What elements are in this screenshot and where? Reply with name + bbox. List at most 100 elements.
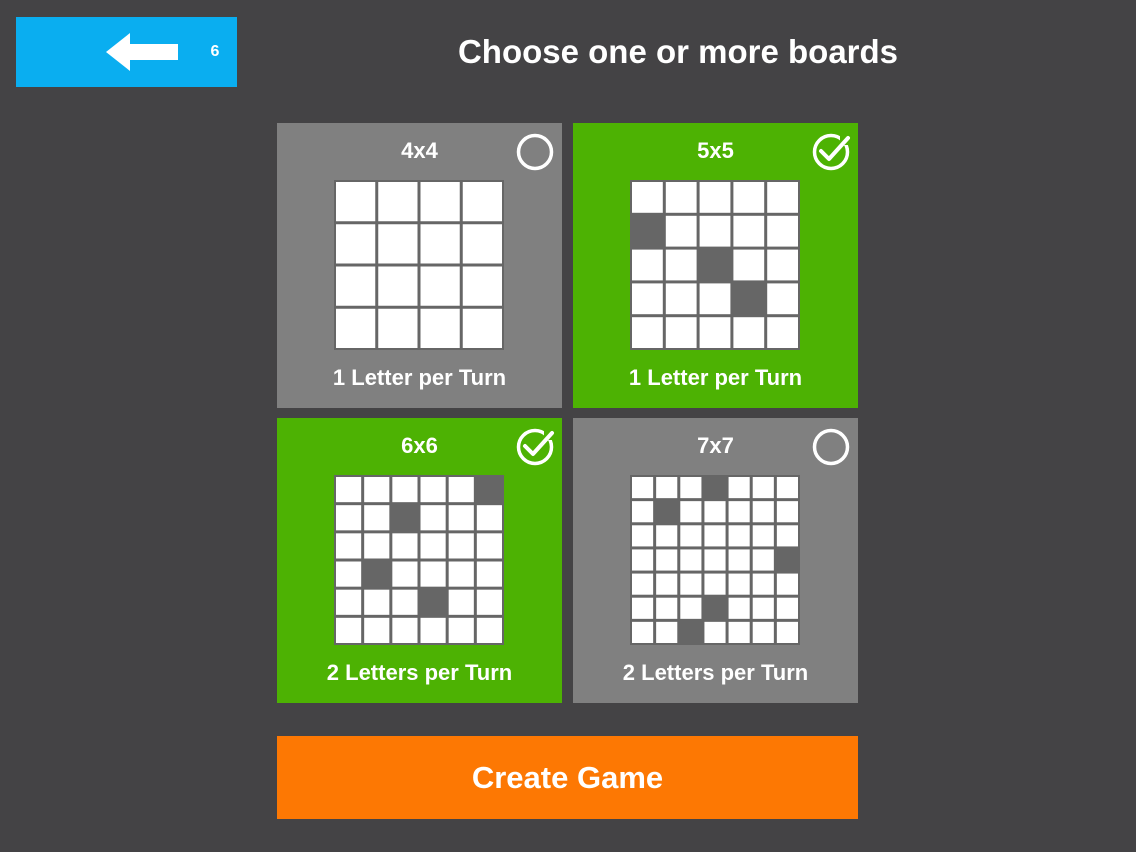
board-cell (364, 589, 390, 615)
board-cell (420, 533, 446, 559)
board-cell (656, 477, 678, 499)
board-cell (680, 573, 702, 595)
board-cell (378, 308, 418, 348)
board-cell (336, 266, 376, 306)
board-cell (448, 477, 474, 503)
board-mode-label: 1 Letter per Turn (628, 365, 803, 390)
board-cell (752, 477, 774, 499)
board-mode-label: 1 Letter per Turn (332, 365, 507, 390)
back-count-badge: 6 (210, 43, 220, 60)
board-cell (728, 501, 750, 523)
board-cell (680, 477, 702, 499)
board-cell (476, 617, 502, 643)
board-cell (632, 525, 654, 547)
board-cell (632, 477, 654, 499)
board-cell (336, 533, 362, 559)
board-cell-blocked (776, 549, 798, 571)
board-cell (752, 549, 774, 571)
board-cell-blocked (656, 501, 678, 523)
board-grid-preview (334, 180, 504, 350)
board-cell (364, 505, 390, 531)
board-cell (462, 308, 502, 348)
board-cell (378, 266, 418, 306)
board-cell (448, 533, 474, 559)
board-cell (632, 597, 654, 619)
board-cell (336, 589, 362, 615)
board-cell (420, 561, 446, 587)
board-cell (767, 215, 798, 247)
board-cell (632, 549, 654, 571)
board-cell (728, 525, 750, 547)
board-cell (776, 573, 798, 595)
board-cell (776, 501, 798, 523)
board-cell (336, 224, 376, 264)
board-cell-blocked (364, 561, 390, 587)
board-cell (767, 317, 798, 348)
board-cell (632, 249, 663, 281)
board-cell (392, 617, 418, 643)
board-cell (728, 549, 750, 571)
board-cell (767, 249, 798, 281)
board-mode-label: 2 Letters per Turn (622, 660, 809, 685)
board-cell (448, 617, 474, 643)
board-cell-blocked (699, 249, 731, 281)
board-cell (752, 525, 774, 547)
board-cell (392, 477, 418, 503)
board-mode-label: 2 Letters per Turn (326, 660, 513, 685)
board-cell (733, 317, 765, 348)
board-cell (776, 597, 798, 619)
board-grid-preview (630, 475, 800, 645)
board-cell (704, 549, 726, 571)
board-cell (378, 182, 418, 222)
board-cell (728, 597, 750, 619)
board-cell (420, 224, 460, 264)
board-cell (632, 283, 663, 315)
board-cell (704, 525, 726, 547)
board-card-6x6[interactable]: 6x6 2 Letters per Turn (277, 418, 562, 703)
board-card-4x4[interactable]: 4x4 1 Letter per Turn (277, 123, 562, 408)
board-cell (728, 573, 750, 595)
back-button[interactable]: 6 (16, 17, 237, 87)
board-cell (462, 224, 502, 264)
board-cell (420, 266, 460, 306)
board-cell (336, 505, 362, 531)
board-cell (728, 477, 750, 499)
board-cell (392, 533, 418, 559)
board-cell (699, 283, 731, 315)
board-cell (448, 589, 474, 615)
board-cell-blocked (733, 283, 765, 315)
board-cell (665, 249, 697, 281)
board-cell (752, 597, 774, 619)
board-cell (336, 308, 376, 348)
radio-unchecked-icon (516, 133, 554, 171)
board-cell-blocked (704, 477, 726, 499)
board-cell (336, 182, 376, 222)
arrow-left-icon (106, 33, 178, 71)
board-cell (364, 477, 390, 503)
board-cell (752, 501, 774, 523)
board-cell (656, 573, 678, 595)
board-cell (656, 525, 678, 547)
board-card-7x7[interactable]: 7x7 2 Letters per Turn (573, 418, 858, 703)
board-cell (336, 561, 362, 587)
board-cell (392, 561, 418, 587)
board-card-5x5[interactable]: 5x5 1 Letter per Turn (573, 123, 858, 408)
board-cell-blocked (632, 215, 663, 247)
check-circle-icon (812, 133, 851, 171)
board-cell (699, 182, 731, 213)
board-cell (632, 317, 663, 348)
board-cell (733, 215, 765, 247)
board-cell (680, 597, 702, 619)
board-cell (420, 308, 460, 348)
board-cell-blocked (680, 621, 702, 643)
board-cell (733, 182, 765, 213)
board-cell (462, 182, 502, 222)
board-cell (776, 525, 798, 547)
board-cell (699, 317, 731, 348)
board-cell (752, 621, 774, 643)
board-cell (476, 505, 502, 531)
board-cell (632, 501, 654, 523)
create-game-button[interactable]: Create Game (277, 736, 858, 819)
board-cell (364, 533, 390, 559)
board-cell (462, 266, 502, 306)
